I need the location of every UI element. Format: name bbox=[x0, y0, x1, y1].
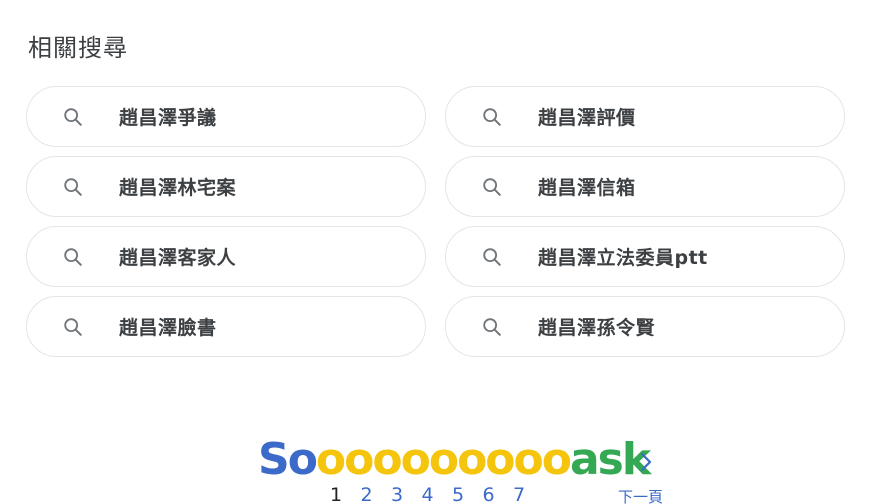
page-number-link[interactable]: 5 bbox=[452, 484, 483, 504]
search-icon bbox=[61, 105, 85, 129]
related-search-label: 趙昌澤爭議 bbox=[119, 107, 217, 129]
search-icon bbox=[61, 245, 85, 269]
related-search-chip[interactable]: 趙昌澤客家人 bbox=[26, 226, 426, 287]
related-search-label: 趙昌澤臉書 bbox=[119, 317, 217, 339]
search-icon bbox=[480, 175, 504, 199]
related-search-chip[interactable]: 趙昌澤信箱 bbox=[445, 156, 845, 217]
related-search-chip[interactable]: 趙昌澤爭議 bbox=[26, 86, 426, 147]
related-search-label: 趙昌澤孫令賢 bbox=[538, 317, 656, 339]
pagination: So ooooooooo ask 1 2 3 4 5 6 7 下一頁 bbox=[0, 432, 882, 504]
related-search-label: 趙昌澤林宅案 bbox=[119, 177, 237, 199]
search-icon bbox=[480, 315, 504, 339]
related-search-label: 趙昌澤客家人 bbox=[119, 247, 237, 269]
logo-middle: ooooooooo bbox=[315, 434, 572, 485]
related-search-label: 趙昌澤立法委員ptt bbox=[538, 247, 708, 269]
related-search-chip[interactable]: 趙昌澤孫令賢 bbox=[445, 296, 845, 357]
page-number-link[interactable]: 3 bbox=[391, 484, 422, 504]
chevron-right-icon[interactable] bbox=[632, 448, 660, 476]
search-icon bbox=[480, 105, 504, 129]
page-number-current: 1 bbox=[330, 484, 343, 504]
next-page-link[interactable]: 下一頁 bbox=[618, 486, 663, 504]
page-number-link[interactable]: 6 bbox=[483, 484, 514, 504]
page: 相關搜尋 趙昌澤爭議 趙昌澤評價 趙昌澤林宅案 趙昌澤信箱 趙昌澤客家人 趙昌澤… bbox=[0, 0, 882, 504]
page-number-link[interactable]: 2 bbox=[361, 484, 392, 504]
related-search-chip[interactable]: 趙昌澤立法委員ptt bbox=[445, 226, 845, 287]
search-icon bbox=[61, 175, 85, 199]
related-search-label: 趙昌澤信箱 bbox=[538, 177, 636, 199]
related-searches-grid: 趙昌澤爭議 趙昌澤評價 趙昌澤林宅案 趙昌澤信箱 趙昌澤客家人 趙昌澤立法委員p… bbox=[26, 86, 846, 357]
page-number-link[interactable]: 4 bbox=[422, 484, 453, 504]
search-icon bbox=[480, 245, 504, 269]
logo-prefix: So bbox=[258, 434, 318, 485]
related-searches-title: 相關搜尋 bbox=[28, 34, 128, 62]
related-search-chip[interactable]: 趙昌澤林宅案 bbox=[26, 156, 426, 217]
pagination-logo: So ooooooooo ask bbox=[258, 434, 651, 486]
search-icon bbox=[61, 315, 85, 339]
page-numbers: 1 2 3 4 5 6 7 bbox=[330, 484, 544, 504]
related-search-chip[interactable]: 趙昌澤臉書 bbox=[26, 296, 426, 357]
page-number-link[interactable]: 7 bbox=[513, 484, 544, 504]
related-search-label: 趙昌澤評價 bbox=[538, 107, 636, 129]
related-search-chip[interactable]: 趙昌澤評價 bbox=[445, 86, 845, 147]
